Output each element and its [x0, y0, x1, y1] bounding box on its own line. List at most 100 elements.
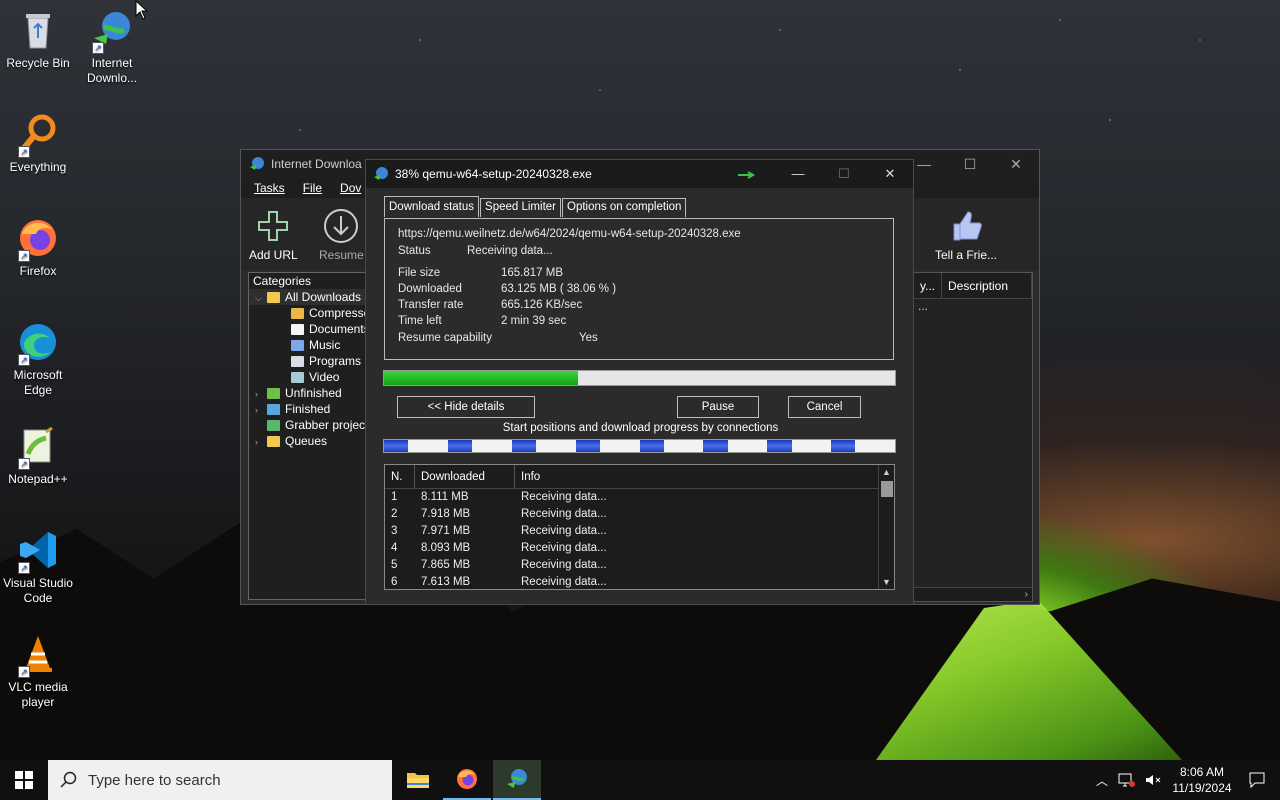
column-header-truncated[interactable]: y...: [914, 273, 942, 298]
shortcut-arrow-icon: ↗: [18, 146, 30, 158]
shortcut-arrow-icon: ↗: [92, 42, 104, 54]
tree-item-music[interactable]: Music: [249, 337, 367, 353]
table-row[interactable]: 4 8.093 MB Receiving data...: [385, 540, 894, 557]
close-button[interactable]: ✕: [993, 150, 1039, 178]
resume-label: Resume: [319, 248, 364, 262]
desktop-icon-recycle-bin[interactable]: Recycle Bin: [0, 8, 76, 71]
downloads-list[interactable]: y... Description ... ›: [913, 272, 1033, 602]
progress-fill: [384, 371, 579, 385]
menu-downloads[interactable]: Dov: [340, 181, 361, 195]
desktop-icon-firefox[interactable]: ↗ Firefox: [0, 216, 76, 279]
dialog-titlebar[interactable]: 38% qemu-w64-setup-20240328.exe — ☐ ✕: [366, 160, 913, 188]
desktop-icon-everything[interactable]: ↗ Everything: [0, 112, 76, 175]
taskbar-search-box[interactable]: [48, 760, 392, 800]
chevron-down-icon[interactable]: ▼: [879, 575, 894, 589]
download-progress-bar: [383, 370, 896, 386]
connection-segment: [703, 440, 728, 452]
horizontal-scrollbar[interactable]: ›: [914, 587, 1032, 601]
pause-button[interactable]: Pause: [677, 396, 759, 418]
shortcut-arrow-icon: ↗: [18, 562, 30, 574]
download-status-panel: https://qemu.weilnetz.de/w64/2024/qemu-w…: [384, 218, 894, 360]
tab-download-status[interactable]: Download status: [384, 196, 480, 217]
tree-item-video[interactable]: Video: [249, 369, 367, 385]
maximize-button[interactable]: ☐: [947, 150, 993, 178]
list-row[interactable]: ...: [914, 299, 1032, 315]
cell-downloaded: 7.613 MB: [421, 576, 471, 588]
notification-icon[interactable]: [1248, 771, 1266, 789]
downloaded-label: Downloaded: [398, 283, 462, 295]
idm-globe-icon: [374, 167, 388, 180]
menu-tasks[interactable]: Tasks: [254, 181, 285, 195]
clock-date: 11/19/2024: [1172, 781, 1232, 795]
tree-item-compressed[interactable]: Compresse: [249, 305, 371, 321]
column-header-description[interactable]: Description: [942, 273, 1032, 298]
chevron-right-icon[interactable]: ›: [1025, 589, 1028, 600]
cell-number: 5: [391, 559, 398, 571]
tell-a-friend-button[interactable]: Tell a Frie...: [935, 206, 997, 262]
notepad-plus-plus-icon: ↗: [16, 424, 60, 470]
firefox-icon: ↗: [16, 216, 60, 262]
connections-label: Start positions and download progress by…: [502, 422, 779, 434]
desktop-icon-notepad-plus-plus[interactable]: ↗ Notepad++: [0, 424, 76, 487]
tree-item-label: Programs: [309, 354, 362, 368]
hide-details-button[interactable]: << Hide details: [397, 396, 535, 418]
connections-table[interactable]: N. Downloaded Info 1 8.111 MB Receiving da…: [384, 464, 895, 590]
taskbar: ︿ 8:06 AM 11/19/2024: [0, 760, 1280, 800]
chevron-up-icon[interactable]: ︿: [1090, 772, 1114, 789]
taskbar-file-explorer[interactable]: [394, 760, 442, 800]
cell-number: 3: [391, 525, 398, 537]
tree-item-grabber-projects[interactable]: Grabber projec: [249, 417, 367, 433]
taskbar-internet-download-manager[interactable]: [493, 760, 541, 800]
table-row[interactable]: 1 8.111 MB Receiving data...: [385, 489, 894, 506]
tab-options-on-completion[interactable]: Options on completion: [562, 198, 687, 217]
tree-item-queues[interactable]: › Queues: [249, 433, 367, 449]
taskbar-clock[interactable]: 8:06 AM 11/19/2024: [1166, 764, 1238, 796]
desktop-icon-vlc-media-player[interactable]: ↗ VLC media player: [0, 632, 76, 710]
cancel-button[interactable]: Cancel: [788, 396, 861, 418]
close-button[interactable]: ✕: [867, 160, 913, 188]
scrollbar-thumb[interactable]: [880, 481, 893, 497]
tree-item-unfinished[interactable]: › Unfinished: [249, 385, 367, 401]
connections-progress-bar: [383, 439, 896, 453]
tree-item-label: Unfinished: [285, 386, 342, 400]
column-header-info[interactable]: Info: [515, 465, 865, 488]
chevron-up-icon[interactable]: ▲: [879, 465, 894, 479]
desktop-icon-visual-studio-code[interactable]: ↗ Visual Studio Code: [0, 528, 76, 606]
finished-folder-icon: [267, 404, 280, 415]
minimize-button[interactable]: —: [775, 160, 821, 188]
column-header-downloaded[interactable]: Downloaded: [415, 465, 515, 488]
categories-tree: Categories ⌵ All Downloads Compresse Docu…: [248, 272, 371, 600]
tab-speed-limiter[interactable]: Speed Limiter: [480, 198, 561, 217]
cell-downloaded: 7.971 MB: [421, 525, 471, 537]
system-tray: ︿ 8:06 AM 11/19/2024: [1090, 760, 1280, 800]
start-button[interactable]: [0, 760, 48, 800]
download-url: https://qemu.weilnetz.de/w64/2024/qemu-w…: [398, 228, 741, 240]
network-icon[interactable]: [1118, 772, 1136, 788]
desktop-icon-label: Firefox: [19, 264, 57, 278]
tree-item-documents[interactable]: Documents: [249, 321, 370, 337]
cell-info: Receiving data...: [521, 559, 607, 571]
connection-segment: [831, 440, 856, 452]
tree-item-label: Grabber projec: [285, 418, 366, 432]
vertical-scrollbar[interactable]: ▲ ▼: [878, 465, 894, 589]
desktop-icon-label: Everything: [9, 160, 67, 174]
tree-item-all-downloads[interactable]: ⌵ All Downloads: [249, 289, 367, 305]
tree-item-programs[interactable]: Programs: [249, 353, 367, 369]
cell-number: 1: [391, 491, 398, 503]
add-url-button[interactable]: Add URL: [249, 206, 298, 262]
table-row[interactable]: 2 7.918 MB Receiving data...: [385, 506, 894, 523]
resume-button[interactable]: Resume: [319, 206, 364, 262]
expand-icon: ›: [255, 389, 258, 399]
taskbar-firefox[interactable]: [443, 760, 491, 800]
cell-info: Receiving data...: [521, 508, 607, 520]
search-input[interactable]: [88, 771, 378, 789]
column-header-number[interactable]: N.: [385, 465, 415, 488]
tree-item-finished[interactable]: › Finished: [249, 401, 367, 417]
desktop-icon-microsoft-edge[interactable]: ↗ Microsoft Edge: [0, 320, 76, 398]
table-row[interactable]: 5 7.865 MB Receiving data...: [385, 557, 894, 574]
menu-file[interactable]: File: [303, 181, 322, 195]
tree-item-label: Compresse: [309, 306, 371, 320]
volume-muted-icon[interactable]: [1144, 772, 1162, 788]
table-row[interactable]: 6 7.613 MB Receiving data...: [385, 574, 894, 589]
table-row[interactable]: 3 7.971 MB Receiving data...: [385, 523, 894, 540]
